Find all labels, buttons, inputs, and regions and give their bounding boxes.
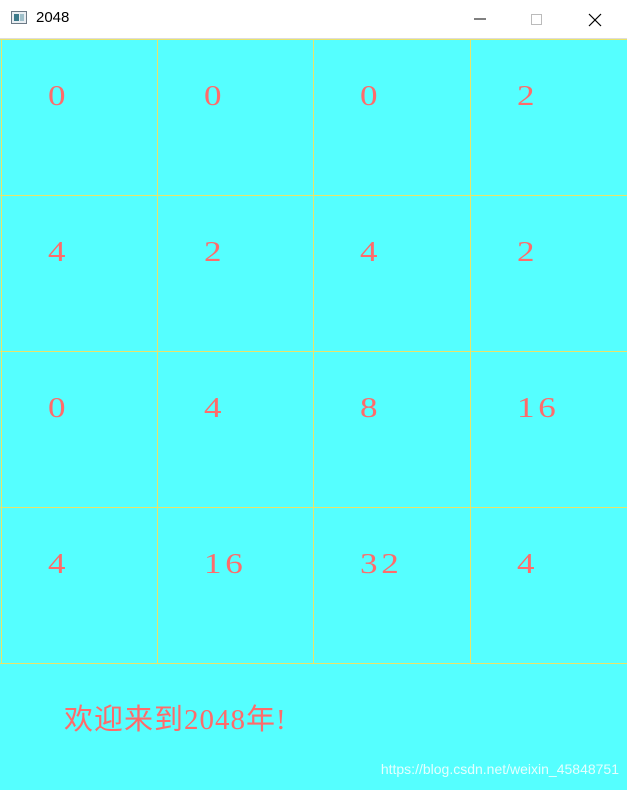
cell-value: 0 (48, 393, 70, 424)
cell-value: 0 (360, 81, 382, 112)
app-icon (11, 11, 27, 24)
cell-value: 4 (360, 237, 382, 268)
board-cell: 4 (157, 351, 313, 507)
board-cell: 32 (313, 507, 469, 663)
title-bar: 2048 (0, 0, 627, 39)
board-cell: 16 (470, 351, 626, 507)
board-cell: 0 (157, 39, 313, 195)
cell-value: 0 (204, 81, 226, 112)
cell-value: 2 (517, 81, 539, 112)
minimize-icon (474, 18, 486, 20)
board-cell: 8 (313, 351, 469, 507)
maximize-icon (531, 14, 542, 25)
cell-value: 32 (360, 549, 403, 580)
board-cell: 2 (470, 39, 626, 195)
board-cell: 4 (313, 195, 469, 351)
watermark: https://blog.csdn.net/weixin_45848751 (380, 761, 619, 777)
minimize-button[interactable] (451, 0, 509, 39)
board-cell: 2 (157, 195, 313, 351)
cell-value: 4 (517, 549, 539, 580)
board-cell: 2 (470, 195, 626, 351)
cell-value: 2 (517, 237, 539, 268)
cell-value: 16 (204, 549, 247, 580)
cell-value: 4 (48, 549, 70, 580)
board-cell: 0 (1, 351, 157, 507)
game-board: 0 0 0 2 4 2 4 2 0 4 8 16 4 16 32 4 (0, 39, 627, 664)
cell-value: 2 (204, 237, 226, 268)
close-button[interactable] (566, 0, 624, 39)
board-cell: 4 (1, 507, 157, 663)
window-title: 2048 (36, 9, 70, 26)
cell-value: 4 (48, 237, 70, 268)
cell-value: 8 (360, 393, 382, 424)
board-cell: 4 (470, 507, 626, 663)
welcome-message: 欢迎来到2048年! (64, 704, 287, 736)
cell-value: 4 (204, 393, 226, 424)
close-icon (588, 13, 602, 27)
board-cell: 16 (157, 507, 313, 663)
board-cell: 4 (1, 195, 157, 351)
status-area: 欢迎来到2048年! https://blog.csdn.net/weixin_… (0, 664, 627, 790)
board-cell: 0 (313, 39, 469, 195)
maximize-button[interactable] (508, 0, 566, 39)
cell-value: 0 (48, 81, 70, 112)
cell-value: 16 (517, 393, 560, 424)
board-cell: 0 (1, 39, 157, 195)
